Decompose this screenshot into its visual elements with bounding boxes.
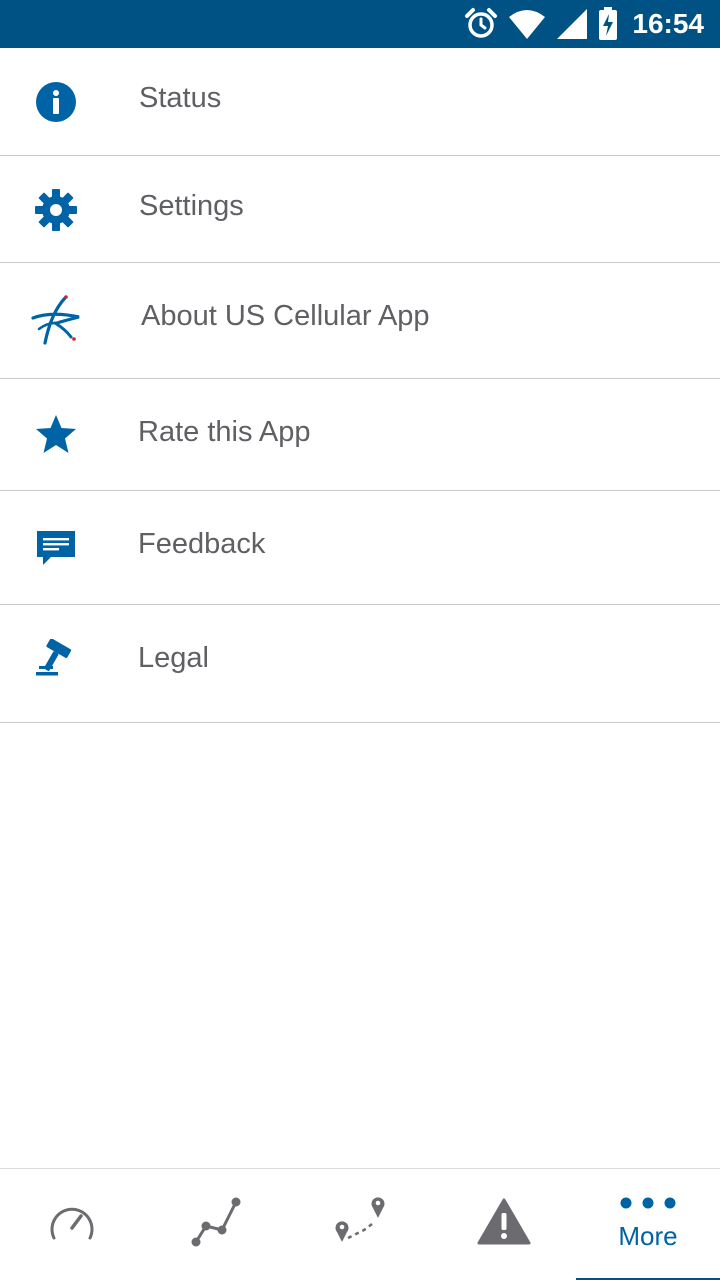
alarm-icon [464,7,498,41]
battery-charging-icon [598,7,618,41]
gavel-icon [28,631,84,687]
menu-item-legal[interactable]: Legal [0,605,720,723]
nav-item-map[interactable] [288,1169,432,1280]
menu-item-label: Rate this App [138,416,311,448]
nav-more-label: More [618,1220,678,1251]
menu-item-label: Settings [139,190,244,222]
menu-item-label: Legal [138,642,209,674]
nav-item-history[interactable] [144,1169,288,1280]
star-icon [28,406,84,462]
menu-item-about[interactable]: About US Cellular App [0,263,720,379]
speedometer-icon [46,1200,98,1249]
chart-line-icon [188,1194,244,1255]
uscellular-logo-icon [28,292,84,348]
menu-item-label: About US Cellular App [141,300,430,332]
nav-item-alerts[interactable] [432,1169,576,1280]
nav-item-more[interactable]: More [576,1169,720,1280]
menu-item-feedback[interactable]: Feedback [0,491,720,605]
menu-item-status[interactable]: Status [0,48,720,156]
more-dots-icon [618,1196,678,1215]
bottom-nav-bar: More [0,1168,720,1280]
menu-item-settings[interactable]: Settings [0,156,720,263]
menu-item-label: Status [139,82,222,114]
route-map-icon [332,1194,388,1255]
app-screen: 16:54 Status Settings About US Cellular … [0,0,720,1280]
signal-icon [556,8,588,40]
status-time: 16:54 [632,8,704,39]
chat-bubble-icon [28,519,84,575]
menu-item-label: Feedback [138,528,266,560]
status-icons: 16:54 [464,0,704,48]
nav-item-speed-test[interactable] [0,1169,144,1280]
wifi-icon [508,8,546,40]
info-icon [28,74,84,130]
gear-icon [28,182,84,238]
more-menu-list: Status Settings About US Cellular App Ra… [0,48,720,723]
menu-item-rate-app[interactable]: Rate this App [0,379,720,491]
status-bar: 16:54 [0,0,720,48]
warning-icon [477,1198,531,1251]
